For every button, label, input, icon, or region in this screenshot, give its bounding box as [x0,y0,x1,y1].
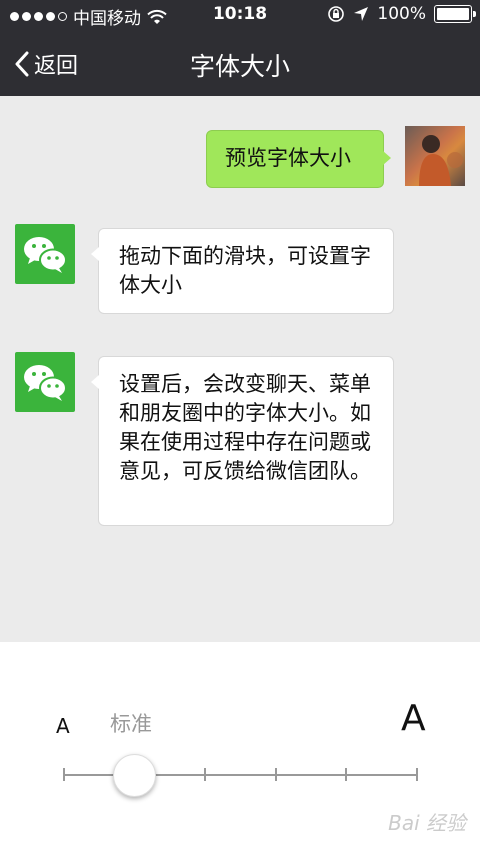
location-arrow-icon [354,7,369,21]
user-avatar [405,126,465,186]
slider-tick[interactable] [274,768,277,781]
page-title: 字体大小 [189,52,290,81]
preview-message-bubble: 预览字体大小 [206,130,391,188]
message-bubble: 设置后，会改变聊天、菜单和朋友圈中的字体大小。如果在使用过程中存在问题或意见，可… [91,356,394,526]
battery-icon [434,5,476,23]
standard-font-label: 标准 [110,712,152,736]
slider-tick[interactable] [204,768,207,781]
font-size-panel: A 标准 A Bai 经验 [0,642,480,852]
message-bubble: 拖动下面的滑块，可设置字体大小 [91,228,394,314]
font-size-slider-knob[interactable] [113,754,157,797]
watermark: Bai 经验 [388,811,466,835]
wechat-logo-icon [24,237,67,273]
slider-tick[interactable] [63,768,65,781]
status-icons: 100% [327,4,476,24]
status-bar: 中国移动 10:18 100% [0,0,480,30]
large-font-label: A [401,698,426,739]
wechat-team-avatar [15,224,75,284]
wechat-logo-icon [24,365,67,401]
small-font-label: A [56,714,70,738]
chat-preview-area: 预览字体大小 拖动下面的滑块，可设置字体大小 设置后，会改变聊天、菜单和朋友圈中… [0,96,480,642]
wechat-team-avatar [15,352,75,412]
navigation-bar: 返回 字体大小 [0,30,480,96]
slider-tick[interactable] [416,768,418,781]
slider-tick[interactable] [345,768,348,781]
battery-percent: 100% [377,4,426,24]
rotation-lock-icon [328,6,345,22]
